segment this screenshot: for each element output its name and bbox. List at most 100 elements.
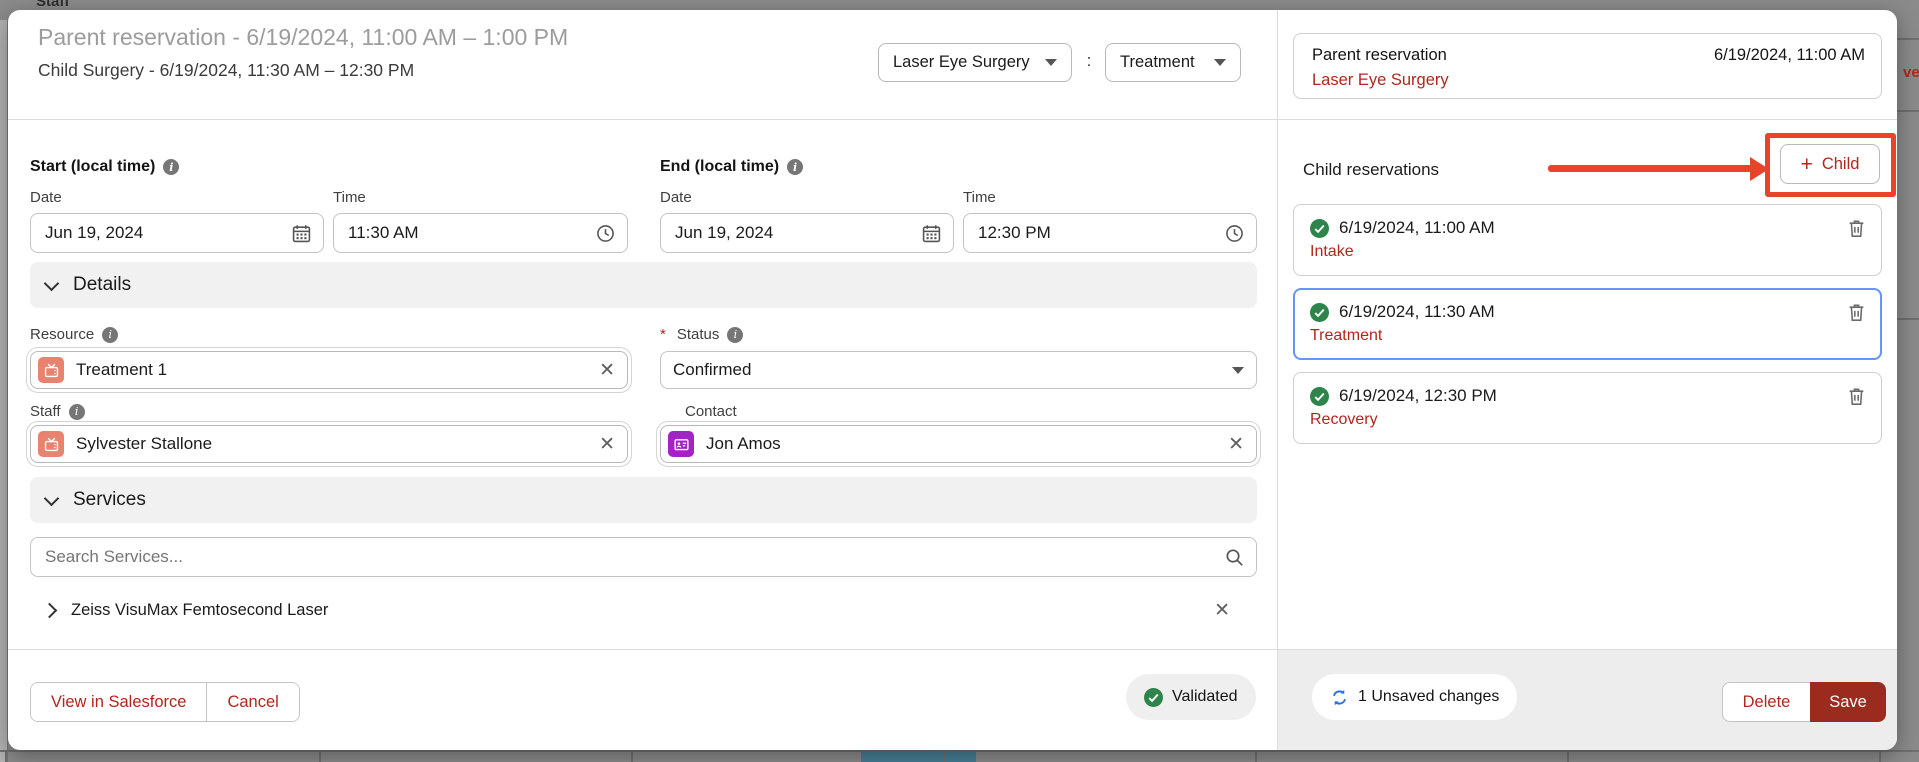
- info-icon[interactable]: i: [163, 159, 179, 175]
- background-text-fragment-right: ve: [1903, 64, 1919, 81]
- background-text-fragment: Staff: [36, 0, 69, 10]
- parent-card-type: Laser Eye Surgery: [1294, 65, 1881, 90]
- start-time-value[interactable]: [346, 222, 596, 244]
- background-gridline: [1897, 38, 1919, 40]
- status-select[interactable]: Confirmed: [660, 351, 1257, 389]
- check-circle-icon: [1310, 219, 1329, 238]
- cancel-button[interactable]: Cancel: [207, 683, 298, 721]
- clock-icon[interactable]: [596, 224, 615, 243]
- calendar-icon[interactable]: [292, 224, 311, 243]
- validated-badge: Validated: [1126, 674, 1256, 720]
- save-button[interactable]: Save: [1810, 682, 1886, 722]
- validated-label: Validated: [1172, 688, 1238, 706]
- dialog-title: Parent reservation - 6/19/2024, 11:00 AM…: [38, 24, 568, 51]
- panel-divider: [1277, 10, 1278, 750]
- start-date-input[interactable]: [30, 213, 324, 253]
- resource-icon: [38, 357, 64, 383]
- calendar-icon[interactable]: [922, 224, 941, 243]
- background-gridline: [1897, 110, 1919, 112]
- sync-icon: [1330, 688, 1349, 707]
- start-time-input[interactable]: [333, 213, 628, 253]
- child-card-datetime: 6/19/2024, 11:30 AM: [1339, 302, 1838, 322]
- contact-field[interactable]: Jon Amos ✕: [660, 425, 1257, 463]
- start-time-field-label: Time: [333, 189, 366, 206]
- staff-value: Sylvester Stallone: [76, 434, 587, 454]
- end-date-field-label: Date: [660, 189, 692, 206]
- staff-label: Staff i: [30, 403, 85, 420]
- child-card-type: Recovery: [1294, 406, 1881, 429]
- reservation-subtype-value: Treatment: [1120, 53, 1195, 72]
- background-gridline: [1567, 750, 1569, 762]
- services-section-label: Services: [73, 489, 146, 511]
- footer-left-button-group: View in Salesforce Cancel: [30, 682, 300, 722]
- background-left-strip: [0, 20, 8, 762]
- view-in-salesforce-button[interactable]: View in Salesforce: [31, 683, 206, 721]
- start-date-field-label: Date: [30, 189, 62, 206]
- staff-label-text: Staff: [30, 403, 61, 420]
- reservation-type-dropdown[interactable]: Laser Eye Surgery: [878, 43, 1072, 82]
- child-reservation-card-selected[interactable]: 6/19/2024, 11:30 AM Treatment: [1293, 288, 1882, 360]
- background-calendar-cell: [861, 751, 976, 762]
- delete-child-icon[interactable]: [1848, 303, 1865, 322]
- reservation-dialog: Parent reservation - 6/19/2024, 11:00 AM…: [8, 10, 1897, 750]
- header-divider: [8, 119, 1897, 120]
- info-icon[interactable]: i: [727, 327, 743, 343]
- contact-icon: [668, 431, 694, 457]
- clear-resource-icon[interactable]: ✕: [599, 361, 615, 380]
- resource-value: Treatment 1: [76, 360, 587, 380]
- reservation-type-value: Laser Eye Surgery: [893, 53, 1030, 72]
- parent-card-title: Parent reservation: [1312, 46, 1447, 65]
- end-time-value[interactable]: [976, 222, 1225, 244]
- background-gridline: [631, 750, 633, 762]
- info-icon[interactable]: i: [102, 327, 118, 343]
- child-reservation-card[interactable]: 6/19/2024, 11:00 AM Intake: [1293, 204, 1882, 276]
- clear-contact-icon[interactable]: ✕: [1228, 435, 1244, 454]
- delete-button[interactable]: Delete: [1722, 682, 1811, 722]
- staff-resource-icon: [38, 431, 64, 457]
- child-reservation-card[interactable]: 6/19/2024, 12:30 PM Recovery: [1293, 372, 1882, 444]
- end-time-field-label: Time: [963, 189, 996, 206]
- info-icon[interactable]: i: [69, 404, 85, 420]
- service-list-item[interactable]: Zeiss VisuMax Femtosecond Laser ✕: [44, 590, 1244, 630]
- chevron-right-icon: [42, 602, 58, 618]
- end-time-label: End (local time) i: [660, 158, 803, 176]
- unsaved-changes-label: 1 Unsaved changes: [1358, 688, 1499, 706]
- status-label-text: Status: [677, 326, 720, 343]
- delete-child-icon[interactable]: [1848, 219, 1865, 238]
- search-services-value[interactable]: [43, 546, 1225, 568]
- add-child-button[interactable]: + Child: [1780, 144, 1880, 184]
- start-date-value[interactable]: [43, 222, 292, 244]
- end-date-value[interactable]: [673, 222, 922, 244]
- start-time-label-text: Start (local time): [30, 158, 155, 176]
- clear-staff-icon[interactable]: ✕: [599, 435, 615, 454]
- info-icon[interactable]: i: [787, 159, 803, 175]
- chevron-down-icon: [1214, 59, 1226, 66]
- footer-divider: [8, 649, 1277, 650]
- plus-icon: +: [1801, 154, 1813, 175]
- staff-field[interactable]: Sylvester Stallone ✕: [30, 425, 628, 463]
- delete-child-icon[interactable]: [1848, 387, 1865, 406]
- end-time-input[interactable]: [963, 213, 1257, 253]
- resource-field[interactable]: Treatment 1 ✕: [30, 351, 628, 389]
- child-reservations-label: Child reservations: [1303, 160, 1439, 180]
- remove-service-icon[interactable]: ✕: [1214, 601, 1230, 620]
- background-gridline: [319, 750, 321, 762]
- reservation-subtype-dropdown[interactable]: Treatment: [1105, 43, 1241, 82]
- check-circle-icon: [1144, 688, 1163, 707]
- chevron-down-icon: [44, 490, 60, 506]
- unsaved-changes-badge: 1 Unsaved changes: [1312, 674, 1517, 720]
- background-gridline: [943, 750, 945, 762]
- background-gridline: [5, 750, 7, 762]
- parent-reservation-card[interactable]: Parent reservation 6/19/2024, 11:00 AM L…: [1293, 33, 1882, 99]
- search-services-input[interactable]: [30, 537, 1257, 577]
- child-card-datetime: 6/19/2024, 12:30 PM: [1339, 386, 1838, 406]
- child-card-datetime: 6/19/2024, 11:00 AM: [1339, 218, 1838, 238]
- required-asterisk: *: [660, 326, 666, 343]
- details-section-header[interactable]: Details: [30, 262, 1257, 308]
- end-date-input[interactable]: [660, 213, 954, 253]
- add-child-label: Child: [1822, 155, 1860, 174]
- clock-icon[interactable]: [1225, 224, 1244, 243]
- search-icon[interactable]: [1225, 548, 1244, 567]
- services-section-header[interactable]: Services: [30, 477, 1257, 523]
- end-time-label-text: End (local time): [660, 158, 779, 176]
